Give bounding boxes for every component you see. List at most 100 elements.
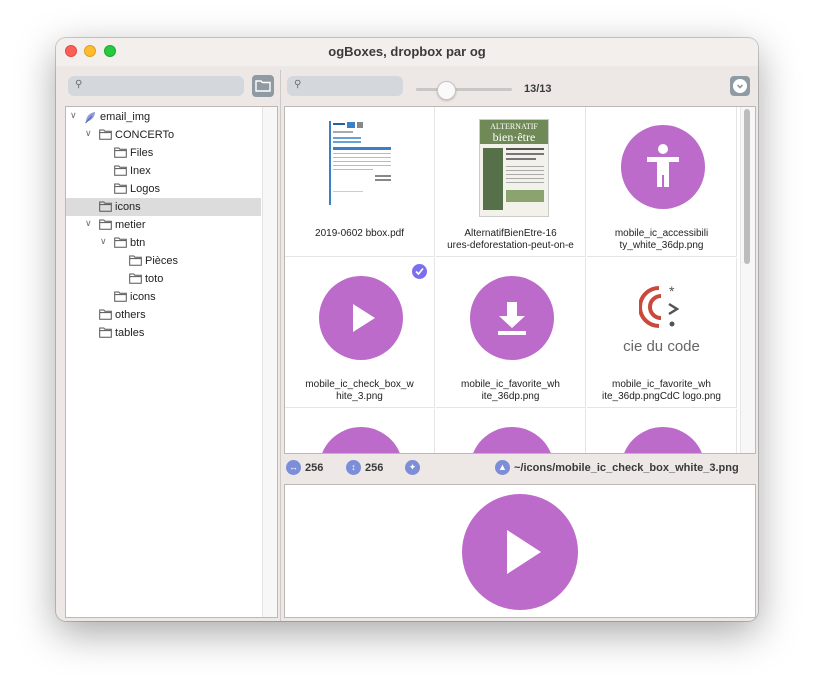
height-arrows-icon: ↕ <box>346 460 361 475</box>
view-options-button[interactable] <box>730 76 750 96</box>
file-tile[interactable] <box>285 409 435 453</box>
file-name-line: mobile_ic_favorite_wh <box>612 379 711 390</box>
file-name: mobile_ic_favorite_wh ite_36dp.png <box>442 379 579 403</box>
file-name-line: ty_white_36dp.png <box>619 240 704 251</box>
tree-item[interactable]: Logos <box>66 180 261 198</box>
title-bar: ogBoxes, dropbox par og <box>56 38 758 66</box>
file-icon-thumbnail <box>621 427 705 453</box>
play-icon <box>319 276 403 360</box>
file-name: mobile_ic_accessibili ty_white_36dp.png <box>593 228 730 252</box>
file-tile[interactable]: * cie du code mobile_ic_favorite_wh ite_36d… <box>587 258 737 408</box>
image-width: 256 <box>305 462 324 474</box>
checkmark-icon <box>412 264 427 279</box>
slider-knob[interactable] <box>436 81 456 100</box>
chevron-down-icon[interactable]: ∨ <box>70 110 77 121</box>
folder-tree[interactable]: ∨ email_img ∨ CONCERTo Files Inex Logos icons ∨ m… <box>65 106 278 618</box>
file-name: AlternatifBienEtre-16 ures-deforestation-… <box>442 228 579 252</box>
file-name-line: AlternatifBienEtre-16 <box>464 228 557 239</box>
chevron-down-icon[interactable]: ∨ <box>100 236 107 247</box>
feather-icon <box>84 111 97 127</box>
tree-item[interactable]: Inex <box>66 162 261 180</box>
file-name-line: ures-deforestation-peut-on-e <box>447 240 574 251</box>
folder-icon <box>99 327 112 341</box>
chevron-down-icon[interactable]: ∨ <box>85 128 92 139</box>
tree-item[interactable]: Pièces <box>66 252 261 270</box>
tree-item[interactable]: ∨ btn <box>66 234 261 252</box>
accessibility-icon <box>621 125 705 209</box>
file-tile[interactable] <box>436 409 586 453</box>
magazine-title-line: bien·être <box>492 130 536 144</box>
file-search-input[interactable]: ⚲ <box>287 76 403 96</box>
magazine-thumbnail: ALTERNATIF bien·être <box>479 119 549 217</box>
file-name-line: hite_3.png <box>336 391 383 402</box>
width-arrows-icon: ↔ <box>286 460 301 475</box>
tree-item-label: email_img <box>100 111 151 123</box>
tree-item[interactable]: toto <box>66 270 261 288</box>
tree-item-label: btn <box>130 237 146 249</box>
pdf-thumbnail <box>325 119 397 209</box>
download-icon <box>470 276 554 360</box>
file-path: ~/icons/mobile_ic_check_box_white_3.png <box>514 462 739 474</box>
open-folder-button[interactable] <box>252 75 274 97</box>
tree-item-label: toto <box>145 273 164 285</box>
tree-scrollbar[interactable] <box>262 107 277 617</box>
chevron-down-icon <box>733 79 747 93</box>
folder-icon <box>114 147 127 161</box>
file-tile[interactable]: ALTERNATIF bien·être AlternatifBienEtre-16… <box>436 107 586 257</box>
file-name-line: ite_36dp.png <box>481 391 540 402</box>
tree-item[interactable]: others <box>66 306 261 324</box>
folder-icon <box>114 165 127 179</box>
folder-icon <box>114 183 127 197</box>
file-tile[interactable] <box>587 409 737 453</box>
file-grid[interactable]: 2019-0602 bbox.pdf ALTERNATIF bien·être Alt… <box>284 106 756 454</box>
fit-icon[interactable]: ✦ <box>405 460 420 475</box>
thumbnail-size-slider[interactable] <box>416 88 512 91</box>
folder-icon <box>129 273 142 287</box>
tree-item-label: Logos <box>130 183 160 195</box>
chevron-down-icon[interactable]: ∨ <box>85 218 92 229</box>
file-icon-thumbnail <box>470 427 554 453</box>
svg-text:*: * <box>669 283 675 299</box>
tree-item[interactable]: icons <box>66 288 261 306</box>
folder-icon <box>99 129 112 143</box>
tree-item-label: tables <box>115 327 145 339</box>
file-name-line: mobile_ic_check_box_w <box>305 379 414 390</box>
eject-icon[interactable]: ▲ <box>495 460 510 475</box>
search-icon: ⚲ <box>294 79 302 90</box>
folder-icon <box>129 255 142 269</box>
tree-item-label: icons <box>130 291 156 303</box>
item-counter: 13/13 <box>524 83 552 95</box>
grid-scrollbar[interactable] <box>740 107 755 453</box>
tree-item[interactable]: icons <box>66 198 261 216</box>
grid-scroll-thumb[interactable] <box>744 109 750 264</box>
folder-icon <box>99 201 112 215</box>
tree-item[interactable]: Files <box>66 144 261 162</box>
file-tile[interactable]: mobile_ic_check_box_w hite_3.png <box>285 258 435 408</box>
file-tile[interactable]: 2019-0602 bbox.pdf <box>285 107 435 257</box>
file-name-line: 2019-0602 bbox.pdf <box>315 228 404 239</box>
file-name: 2019-0602 bbox.pdf <box>291 228 428 240</box>
file-tile[interactable]: mobile_ic_accessibili ty_white_36dp.png <box>587 107 737 257</box>
tree-item-label: Files <box>130 147 154 159</box>
folder-icon <box>99 309 112 323</box>
tree-item[interactable]: ∨ CONCERTo <box>66 126 261 144</box>
tree-item[interactable]: ∨ metier <box>66 216 261 234</box>
tree-search-input[interactable]: ⚲ <box>68 76 244 96</box>
file-tile[interactable]: mobile_ic_favorite_wh ite_36dp.png <box>436 258 586 408</box>
search-icon: ⚲ <box>75 79 83 90</box>
folder-icon <box>114 291 127 305</box>
file-name-line: ite_36dp.pngCdC logo.png <box>602 391 721 402</box>
file-name-line: mobile_ic_favorite_wh <box>461 379 560 390</box>
panel-divider[interactable] <box>280 70 281 621</box>
tree-item[interactable]: ∨ email_img <box>66 108 261 126</box>
tree-item[interactable]: tables <box>66 324 261 342</box>
logo-text: cie du code <box>623 338 700 355</box>
folder-icon <box>99 219 112 233</box>
window-title: ogBoxes, dropbox par og <box>328 44 486 59</box>
tree-item-label: icons <box>115 201 141 213</box>
info-bar: ↔ 256 ↕ 256 ✦ ▲ ~/icons/mobile_ic_check_… <box>284 460 754 478</box>
file-icon-thumbnail <box>319 427 403 453</box>
image-preview <box>284 484 756 618</box>
tree-item-label: others <box>115 309 146 321</box>
tree-item-label: Pièces <box>145 255 179 267</box>
